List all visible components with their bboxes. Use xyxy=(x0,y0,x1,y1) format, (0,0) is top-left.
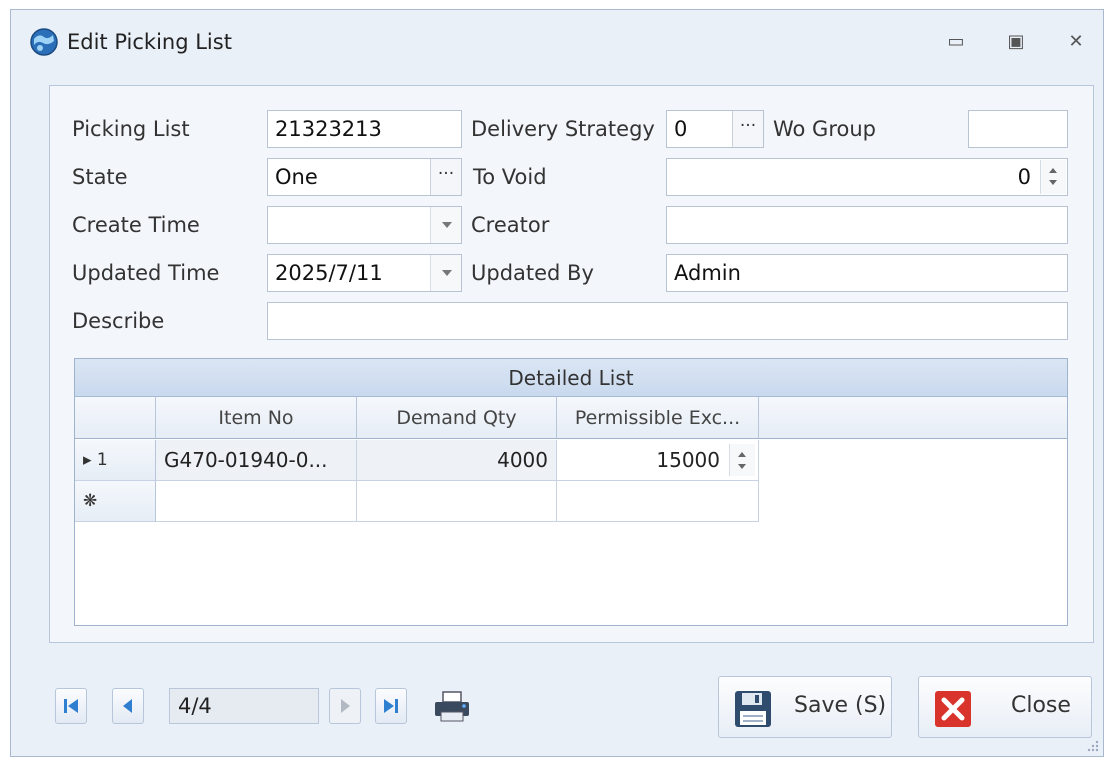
minimize-icon: ▭ xyxy=(947,31,965,52)
grid-row-indicator-header xyxy=(75,397,156,439)
close-x-icon xyxy=(935,691,971,727)
cell-permissible-value: 15000 xyxy=(656,448,720,472)
describe-input[interactable] xyxy=(267,302,1068,340)
first-record-icon xyxy=(64,699,78,713)
record-position: 4/4 xyxy=(169,688,319,724)
create-time-dropdown-button[interactable] xyxy=(430,207,461,243)
create-time-label: Create Time xyxy=(72,213,200,237)
print-icon[interactable] xyxy=(431,690,475,724)
form-panel: Picking List 21323213 Delivery Strategy … xyxy=(49,85,1094,643)
updated-time-dropdown-button[interactable] xyxy=(430,255,461,291)
picking-list-label: Picking List xyxy=(72,117,190,141)
maximize-button[interactable]: ▣ xyxy=(1001,28,1031,56)
window-title: Edit Picking List xyxy=(67,30,232,54)
updated-by-label: Updated By xyxy=(471,261,594,285)
resize-grip-icon[interactable] xyxy=(1085,738,1099,752)
prev-record-button[interactable] xyxy=(112,688,144,724)
prev-record-icon xyxy=(123,699,132,713)
app-globe-icon xyxy=(30,28,58,56)
new-row-cell-permissible[interactable] xyxy=(557,481,759,522)
grid-header-item-no[interactable]: Item No xyxy=(156,397,357,439)
create-time-input[interactable] xyxy=(267,206,462,244)
cell-demand-qty[interactable]: 4000 xyxy=(357,440,557,481)
wo-group-input[interactable] xyxy=(968,110,1068,148)
maximize-icon: ▣ xyxy=(1007,31,1025,52)
delivery-strategy-browse-button[interactable]: ··· xyxy=(732,111,763,147)
save-button-label: Save (S) xyxy=(794,693,887,718)
new-row-cell-demand-qty[interactable] xyxy=(357,481,557,522)
detailed-list-grid[interactable]: Detailed List Item No Demand Qty Permiss… xyxy=(74,358,1068,626)
grid-header-permissible[interactable]: Permissible Exc... xyxy=(557,397,759,439)
cell-item-no[interactable]: G470-01940-0... xyxy=(156,440,357,481)
grid-header-demand-qty[interactable]: Demand Qty xyxy=(357,397,557,439)
state-value: One xyxy=(275,165,318,189)
to-void-spinner[interactable] xyxy=(1040,160,1066,194)
first-record-button[interactable] xyxy=(55,688,87,724)
state-label: State xyxy=(72,165,128,189)
next-record-icon xyxy=(341,699,350,713)
last-record-icon xyxy=(384,699,398,713)
close-icon: ✕ xyxy=(1068,31,1084,52)
edit-picking-list-window: Edit Picking List ▭ ▣ ✕ Picking List 213… xyxy=(10,9,1104,757)
minimize-button[interactable]: ▭ xyxy=(941,28,971,56)
to-void-spin-input[interactable]: 0 xyxy=(666,158,1068,196)
to-void-value: 0 xyxy=(1017,165,1031,189)
state-input[interactable]: One ··· xyxy=(267,158,462,196)
title-bar[interactable]: Edit Picking List ▭ ▣ ✕ xyxy=(11,10,1103,72)
updated-time-input[interactable]: 2025/7/11 xyxy=(267,254,462,292)
save-disk-icon xyxy=(735,691,771,727)
cell-permissible-editor[interactable]: 15000 xyxy=(557,440,759,481)
wo-group-label: Wo Group xyxy=(773,117,876,141)
close-button-label: Close xyxy=(1011,693,1071,718)
describe-label: Describe xyxy=(72,309,165,333)
permissible-spinner[interactable] xyxy=(729,444,755,476)
grid-caption: Detailed List xyxy=(75,359,1067,397)
save-button[interactable]: Save (S) xyxy=(718,676,892,738)
creator-label: Creator xyxy=(471,213,550,237)
grid-header-empty xyxy=(759,397,1067,439)
delivery-strategy-value: 0 xyxy=(674,117,688,141)
new-row-indicator[interactable]: ❋ xyxy=(75,481,156,522)
updated-time-label: Updated Time xyxy=(72,261,220,285)
delivery-strategy-input[interactable]: 0 ··· xyxy=(666,110,764,148)
row-indicator[interactable]: ▸ 1 xyxy=(75,440,156,481)
close-window-button[interactable]: ✕ xyxy=(1061,28,1091,56)
to-void-label: To Void xyxy=(473,165,547,189)
state-browse-button[interactable]: ··· xyxy=(430,159,461,195)
updated-by-input[interactable]: Admin xyxy=(666,254,1068,292)
last-record-button[interactable] xyxy=(375,688,407,724)
updated-time-value: 2025/7/11 xyxy=(275,261,383,285)
picking-list-input[interactable]: 21323213 xyxy=(267,110,462,148)
close-button[interactable]: Close xyxy=(918,676,1092,738)
delivery-strategy-label: Delivery Strategy xyxy=(471,117,655,141)
new-row-cell-item-no[interactable] xyxy=(156,481,357,522)
creator-input[interactable] xyxy=(666,206,1068,244)
next-record-button[interactable] xyxy=(329,688,361,724)
